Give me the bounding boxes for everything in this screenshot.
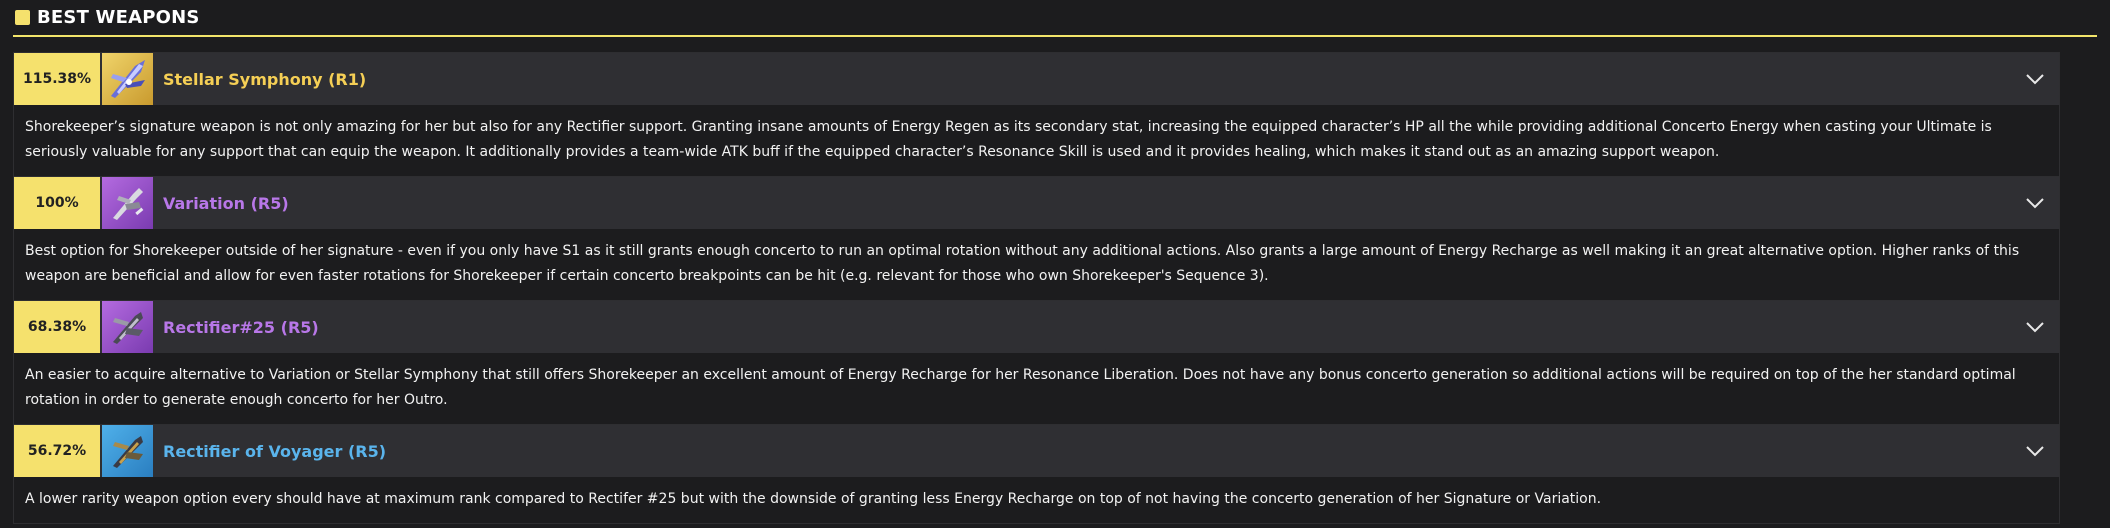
weapon-description: Shorekeeper’s signature weapon is not on… bbox=[14, 105, 2059, 176]
rectifier-25-weapon-icon bbox=[102, 301, 153, 353]
chevron-down-icon[interactable] bbox=[2025, 318, 2045, 336]
weapon-description: Best option for Shorekeeper outside of h… bbox=[14, 229, 2059, 300]
stellar-symphony-weapon-icon bbox=[102, 53, 153, 105]
section-title: BEST WEAPONS bbox=[37, 7, 200, 28]
weapon-description: A lower rarity weapon option every shoul… bbox=[14, 477, 2059, 523]
weapon-name: Rectifier of Voyager (R5) bbox=[163, 441, 387, 461]
weapon-item: 56.72% Rectifier of Voyager (R5) A lower… bbox=[13, 425, 2060, 524]
weapon-name: Stellar Symphony (R1) bbox=[163, 69, 367, 89]
chevron-down-icon[interactable] bbox=[2025, 70, 2045, 88]
weapon-header[interactable]: 115.38% Stellar Symphony (R1) bbox=[14, 53, 2059, 105]
section-header: BEST WEAPONS bbox=[13, 0, 2097, 37]
weapon-header[interactable]: 68.38% Rectifier#25 (R5) bbox=[14, 301, 2059, 353]
weapon-score: 68.38% bbox=[14, 301, 100, 353]
weapon-item: 100% Variation (R5) Best option for Shor… bbox=[13, 177, 2060, 301]
weapon-list: 115.38% Stellar Symphony (R1) Shorekeepe… bbox=[13, 52, 2060, 524]
chevron-down-icon[interactable] bbox=[2025, 194, 2045, 212]
weapon-score: 115.38% bbox=[14, 53, 100, 105]
weapon-item: 115.38% Stellar Symphony (R1) Shorekeepe… bbox=[13, 52, 2060, 177]
weapon-score: 56.72% bbox=[14, 425, 100, 477]
weapon-header[interactable]: 100% Variation (R5) bbox=[14, 177, 2059, 229]
weapon-description: An easier to acquire alternative to Vari… bbox=[14, 353, 2059, 424]
weapon-score: 100% bbox=[14, 177, 100, 229]
weapon-name: Rectifier#25 (R5) bbox=[163, 317, 319, 337]
variation-weapon-icon bbox=[102, 177, 153, 229]
rectifier-of-voyager-weapon-icon bbox=[102, 425, 153, 477]
weapon-header[interactable]: 56.72% Rectifier of Voyager (R5) bbox=[14, 425, 2059, 477]
chevron-down-icon[interactable] bbox=[2025, 442, 2045, 460]
weapon-name: Variation (R5) bbox=[163, 193, 289, 213]
weapon-item: 68.38% Rectifier#25 (R5) An easier to ac… bbox=[13, 301, 2060, 425]
section-marker-icon bbox=[15, 10, 30, 25]
